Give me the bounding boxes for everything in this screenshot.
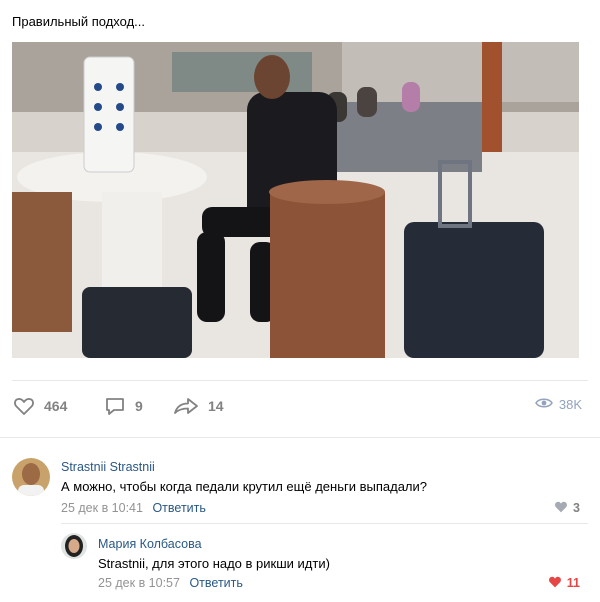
comment-date[interactable]: 25 дек в 10:57 bbox=[98, 576, 180, 590]
avatar[interactable] bbox=[12, 458, 50, 496]
comment-meta: 25 дек в 10:57 Ответить bbox=[98, 576, 243, 590]
comment-meta: 25 дек в 10:41 Ответить bbox=[61, 501, 206, 515]
comment-author[interactable]: Мария Колбасова bbox=[98, 537, 202, 551]
like-button[interactable]: 464 bbox=[12, 394, 67, 418]
video-frame-image bbox=[12, 42, 579, 358]
reply-button[interactable]: Ответить bbox=[189, 576, 242, 590]
views-count: 38K bbox=[558, 397, 582, 412]
comment-author[interactable]: Strastnii Strastnii bbox=[61, 460, 155, 474]
reply-button[interactable]: Ответить bbox=[152, 501, 205, 515]
comment-like-button[interactable]: 11 bbox=[548, 575, 580, 591]
comment-button[interactable]: 9 bbox=[103, 394, 143, 418]
heart-icon bbox=[12, 394, 36, 418]
share-count: 14 bbox=[208, 398, 224, 414]
comment-icon bbox=[103, 394, 127, 418]
comment-like-button[interactable]: 3 bbox=[554, 500, 580, 516]
share-arrow-icon bbox=[172, 394, 200, 418]
like-count: 464 bbox=[44, 398, 68, 414]
heart-filled-icon bbox=[548, 575, 562, 591]
comment-text: А можно, чтобы когда педали крутил ещё д… bbox=[61, 479, 427, 494]
post-text: Правильный подход... bbox=[12, 14, 146, 29]
comment-count: 9 bbox=[135, 398, 143, 414]
heart-icon bbox=[554, 500, 568, 516]
comments-divider bbox=[0, 437, 600, 438]
comment-like-count: 3 bbox=[573, 501, 580, 515]
comment-date[interactable]: 25 дек в 10:41 bbox=[61, 501, 143, 515]
comment-like-count: 11 bbox=[566, 576, 580, 590]
share-button[interactable]: 14 bbox=[172, 394, 224, 418]
reply-divider bbox=[61, 523, 588, 524]
post-actions-bar: 464 9 14 38K bbox=[12, 394, 588, 422]
avatar[interactable] bbox=[61, 533, 87, 559]
eye-icon bbox=[534, 396, 553, 413]
views-counter: 38K bbox=[534, 396, 582, 413]
comment-text: Strastnii, для этого надо в рикши идти) bbox=[98, 556, 330, 571]
video-thumbnail[interactable] bbox=[12, 42, 579, 358]
actions-divider-top bbox=[12, 380, 588, 381]
